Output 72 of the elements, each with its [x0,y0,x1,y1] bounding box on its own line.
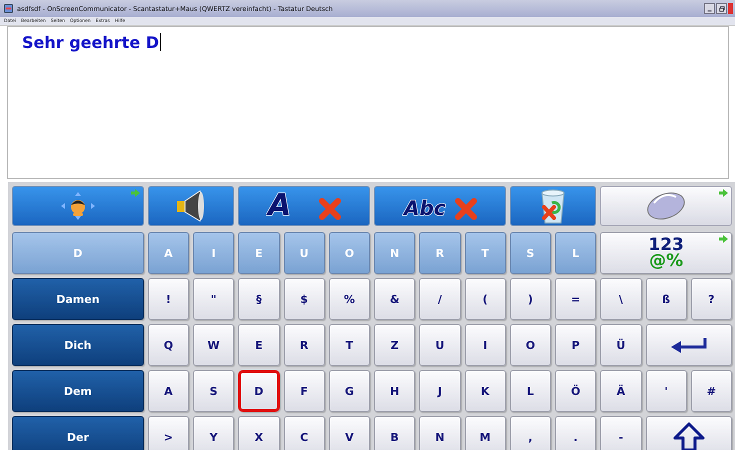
key[interactable]: M [464,416,506,450]
key[interactable]: O [510,324,551,366]
key[interactable]: R [284,324,325,366]
key[interactable]: Ä [600,370,642,412]
key[interactable]: . [555,416,596,450]
key[interactable]: > [148,416,189,450]
speak-button[interactable] [148,186,234,226]
key[interactable]: T [328,324,370,366]
key[interactable]: V [328,416,370,450]
word-key[interactable]: Damen [12,278,144,320]
key[interactable]: § [238,278,280,320]
key[interactable]: Z [374,324,416,366]
key[interactable]: E [238,324,280,366]
key[interactable]: ß [646,278,687,320]
key[interactable]: # [690,370,732,412]
key[interactable]: ! [148,278,189,320]
key[interactable]: % [328,278,370,320]
key[interactable]: N [419,416,460,450]
key[interactable]: G [328,370,370,412]
restore-button[interactable] [716,3,727,14]
key[interactable]: & [374,278,416,320]
key[interactable]: = [555,278,596,320]
delete-word-button[interactable]: Abc [374,186,506,226]
key[interactable]: X [238,416,280,450]
key[interactable]: \ [600,278,642,320]
key[interactable]: ? [690,278,732,320]
key[interactable]: S [193,370,234,412]
key[interactable]: L [510,370,551,412]
delete-letter-button[interactable]: A [238,186,370,226]
shift-icon [672,422,705,450]
number-mode-key[interactable]: 123 @% [600,232,732,274]
key[interactable]: / [419,278,460,320]
enter-key[interactable] [646,324,732,366]
key[interactable]: K [464,370,506,412]
key[interactable]: C [284,416,325,450]
key[interactable]: ( [464,278,506,320]
key[interactable]: J [419,370,460,412]
minimize-button[interactable] [704,3,715,14]
key[interactable]: F [284,370,325,412]
text-editor[interactable]: Sehr geehrte D [7,26,729,179]
app-icon [4,4,13,13]
key[interactable]: U [419,324,460,366]
key[interactable]: A [148,370,189,412]
arrow-icon [719,235,728,243]
key[interactable]: " [193,278,234,320]
shift-key[interactable] [646,416,732,450]
key[interactable]: W [193,324,234,366]
trash-button[interactable] [510,186,596,226]
key[interactable]: , [510,416,551,450]
key[interactable]: ) [510,278,551,320]
text-caret [160,33,162,51]
arrow-icon [130,189,140,197]
word-key[interactable]: Dich [12,324,144,366]
word-key[interactable]: Dem [12,370,144,412]
key[interactable]: $ [284,278,325,320]
key[interactable]: ' [646,370,687,412]
enter-icon [668,336,709,354]
person-arrows-icon [60,191,96,221]
key[interactable]: Q [148,324,189,366]
key[interactable]: Ö [555,370,596,412]
key[interactable]: H [374,370,416,412]
key[interactable]: B [374,416,416,450]
word-key[interactable]: Der [12,416,144,450]
key[interactable]: D [238,370,280,412]
key[interactable]: - [600,416,642,450]
key[interactable]: Y [193,416,234,450]
key[interactable]: Ü [600,324,642,366]
arrow-icon [719,189,728,197]
key[interactable]: P [555,324,596,366]
key[interactable]: I [464,324,506,366]
restore-icon [718,6,724,12]
typed-text: Sehr geehrte D [22,33,160,53]
